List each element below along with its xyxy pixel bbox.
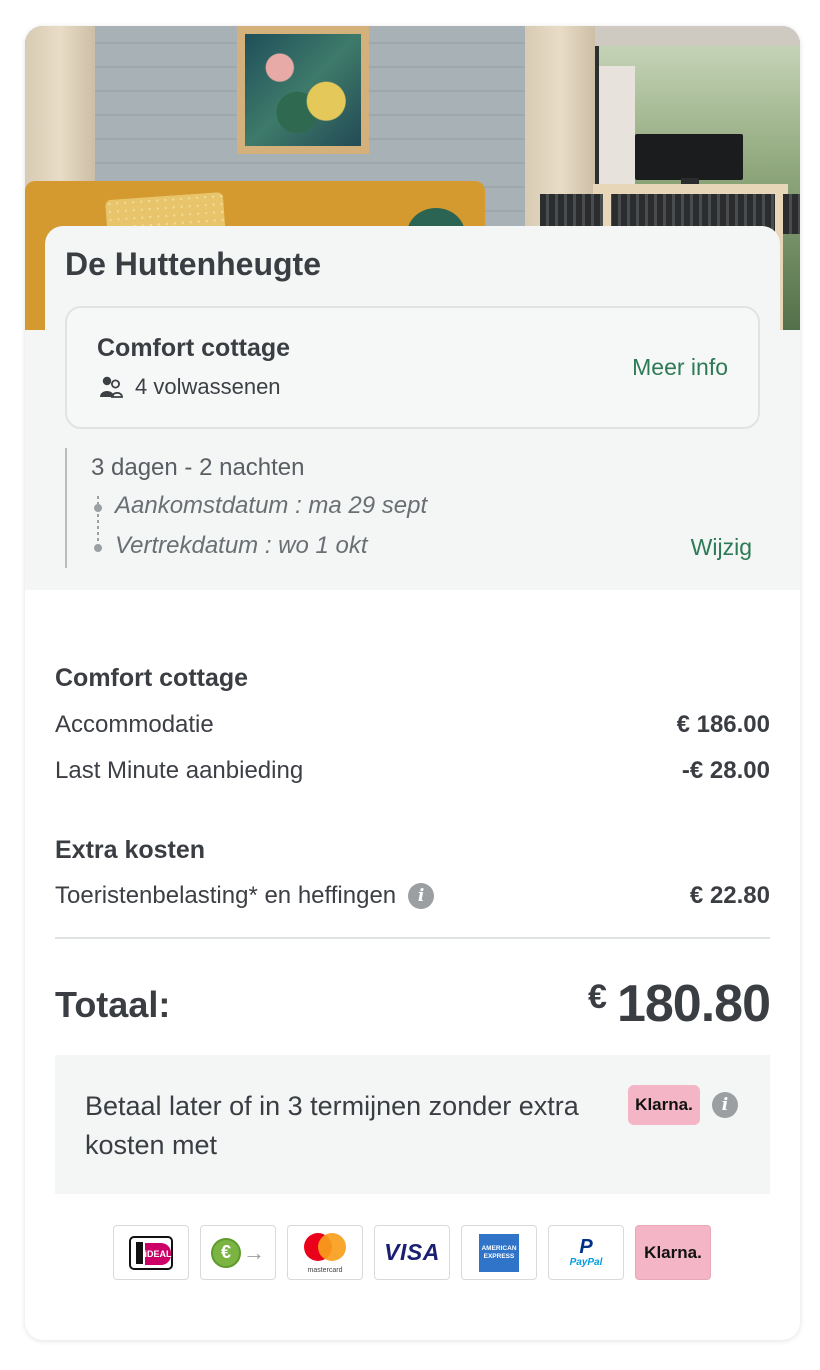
booking-info-panel: De Huttenheugte Comfort cottage 4 volwas… [45,226,780,590]
price-line-accommodation: Accommodatie € 186.00 [55,709,770,741]
price-line-discount: Last Minute aanbieding -€ 28.00 [55,755,770,787]
total-amount: € 180.80 [588,974,771,1034]
klarna-badge: Klarna. [628,1085,700,1125]
euro-transfer-icon: € → [200,1225,276,1280]
arrival-date: Aankomstdatum : ma 29 sept [115,492,428,519]
departure-date: Vertrekdatum : wo 1 okt [115,532,368,559]
stay-dates: 3 dagen - 2 nachten Aankomstdatum : ma 2… [65,448,760,568]
total-label: Totaal: [55,984,171,1025]
total-value: 180.80 [616,975,771,1033]
booking-summary-card: De Huttenheugte Comfort cottage 4 volwas… [25,26,800,1340]
guest-count: 4 volwassenen [135,374,281,399]
klarna-promo-text: Betaal later of in 3 termijnen zonder ex… [85,1091,579,1160]
price-line-tourist-tax: Toeristenbelasting* en heffingen i € 22.… [55,880,770,912]
price-line-label: Accommodatie [55,711,214,738]
unit-card: Comfort cottage 4 volwassenen Meer info [65,306,760,429]
price-line-amount: -€ 28.00 [681,757,770,784]
more-info-link[interactable]: Meer info [632,354,728,381]
price-line-amount: € 186.00 [676,711,770,738]
price-line-label: Toeristenbelasting* en heffingen [55,882,397,909]
divider [55,937,770,939]
people-icon [99,375,123,399]
change-dates-link[interactable]: Wijzig [691,534,752,561]
price-line-label: Last Minute aanbieding [55,757,304,784]
property-name: De Huttenheugte [65,246,321,282]
mastercard-logo: mastercard [287,1225,363,1280]
price-line-amount: € 22.80 [689,882,770,909]
payment-methods: iDEAL € → mastercard VISA AMERICAN EXPRES… [113,1225,711,1280]
visa-logo: VISA [374,1225,450,1280]
info-icon[interactable]: i [712,1092,738,1118]
paypal-logo: P PayPal [548,1225,624,1280]
klarna-logo: Klarna. [635,1225,711,1280]
info-icon[interactable]: i [408,883,435,909]
accommodation-section-title: Comfort cottage [55,664,249,692]
guest-summary: 4 volwassenen [99,374,281,400]
extra-costs-section-title: Extra kosten [55,836,206,864]
unit-title: Comfort cottage [97,334,291,362]
timeline-dot-arrival [94,504,102,512]
timeline-dot-departure [94,544,102,552]
klarna-promo: Betaal later of in 3 termijnen zonder ex… [55,1055,770,1194]
ideal-logo: iDEAL [113,1225,189,1280]
amex-logo: AMERICAN EXPRESS [461,1225,537,1280]
stay-duration: 3 dagen - 2 nachten [91,454,305,481]
total-currency: € [588,978,607,1016]
